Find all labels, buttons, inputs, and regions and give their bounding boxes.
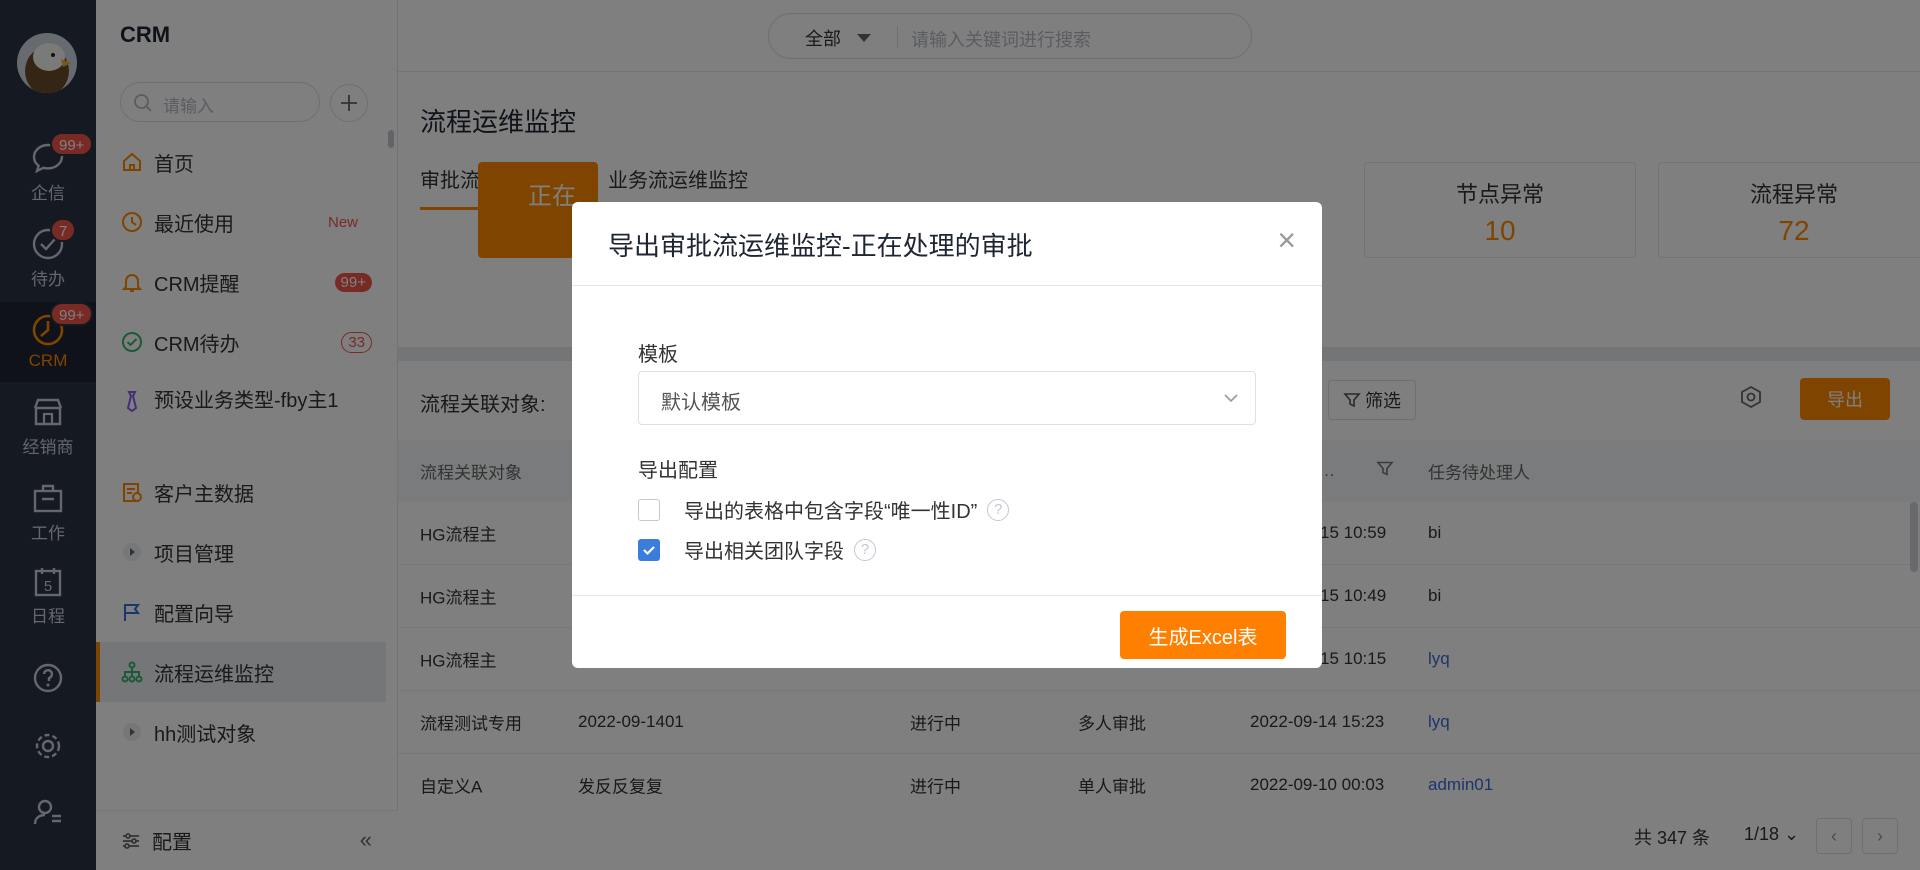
option-unique-id[interactable]: 导出的表格中包含字段“唯一性ID” ? — [638, 495, 1010, 524]
team-fields-checkbox[interactable] — [638, 538, 660, 561]
template-select[interactable]: 默认模板 — [638, 371, 1256, 425]
generate-excel-button[interactable]: 生成Excel表 — [1120, 611, 1286, 659]
checkmark-icon — [643, 545, 655, 555]
help-icon[interactable]: ? — [854, 538, 876, 561]
dialog-footer: 生成Excel表 — [572, 595, 1322, 668]
dialog-title: 导出审批流运维监控-正在处理的审批 — [608, 231, 1033, 261]
chevron-down-icon — [1224, 394, 1238, 403]
export-dialog: 导出审批流运维监控-正在处理的审批 × 模板 默认模板 导出配置 导出的表格中包… — [572, 202, 1322, 668]
dialog-header: 导出审批流运维监控-正在处理的审批 × — [572, 202, 1322, 286]
template-label: 模板 — [638, 344, 678, 366]
option-label: 导出相关团队字段 — [684, 541, 844, 563]
option-team-fields[interactable]: 导出相关团队字段 ? — [638, 535, 876, 564]
template-value: 默认模板 — [661, 392, 741, 414]
unique-id-checkbox[interactable] — [638, 498, 660, 521]
option-label: 导出的表格中包含字段“唯一性ID” — [684, 501, 978, 523]
close-icon[interactable]: × — [1277, 224, 1296, 256]
export-config-label: 导出配置 — [638, 460, 718, 482]
help-icon[interactable]: ? — [987, 498, 1010, 521]
